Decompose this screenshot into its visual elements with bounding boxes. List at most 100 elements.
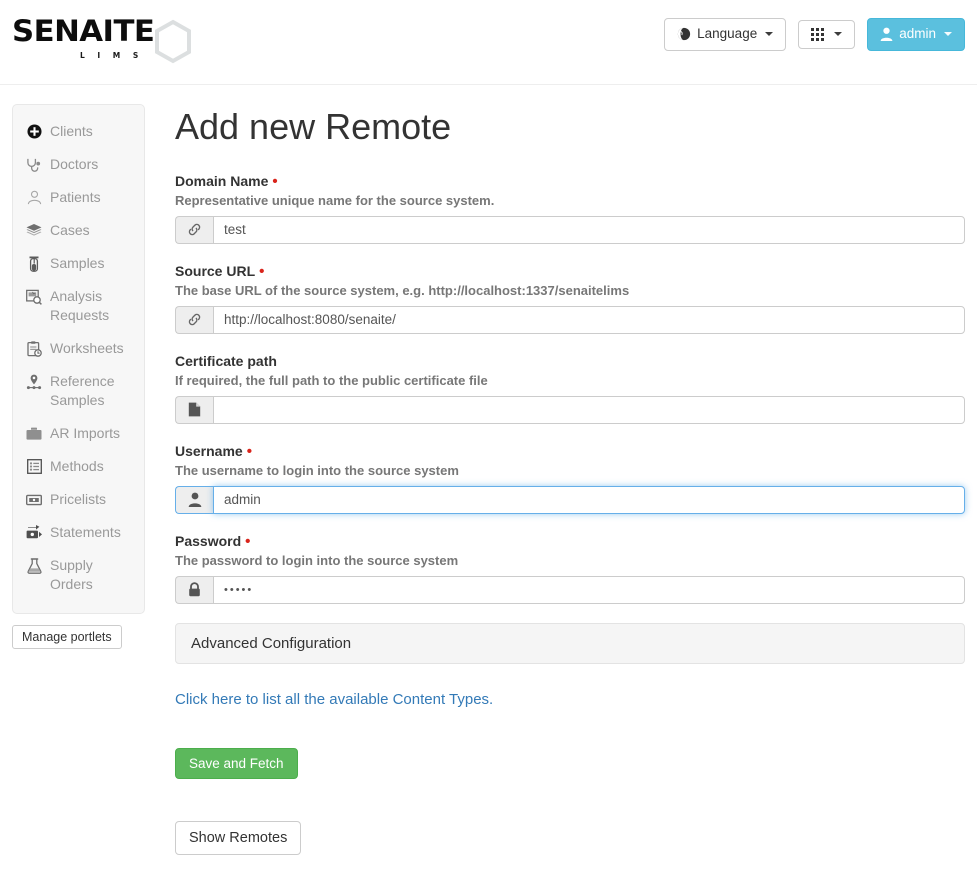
content-types-link[interactable]: Click here to list all the available Con…: [175, 691, 493, 708]
sidebar-item-patients[interactable]: Patients: [13, 181, 144, 214]
brand-logo[interactable]: SENAITE L I M S: [12, 17, 193, 64]
lock-icon: [175, 576, 213, 604]
grid-apps-icon: [811, 27, 826, 42]
field-username: Username• The username to login into the…: [175, 443, 953, 478]
field-help-text: Representative unique name for the sourc…: [175, 193, 953, 208]
password-input-group: [175, 576, 965, 604]
field-certificate-path: Certificate path If required, the full p…: [175, 353, 953, 388]
field-label: Certificate path: [175, 353, 953, 369]
field-help-text: If required, the full path to the public…: [175, 373, 953, 388]
link-chain-icon: [175, 306, 213, 334]
save-and-fetch-button[interactable]: Save and Fetch: [175, 748, 298, 779]
sidebar-item-label: Reference Samples: [50, 372, 134, 410]
briefcase-icon: [25, 424, 43, 443]
field-label-text: Username: [175, 443, 243, 459]
user-menu-label: admin: [899, 25, 936, 44]
user-icon: [880, 27, 893, 41]
field-label-text: Certificate path: [175, 353, 277, 369]
username-input[interactable]: [213, 486, 965, 514]
sidebar-item-supply-orders[interactable]: Supply Orders: [13, 549, 144, 601]
sidebar-item-label: Cases: [50, 221, 90, 240]
plus-circle-icon: [25, 122, 43, 141]
sidebar-item-cases[interactable]: Cases: [13, 214, 144, 247]
field-help-text: The password to login into the source sy…: [175, 553, 953, 568]
required-marker: •: [272, 173, 277, 190]
sidebar-item-label: Pricelists: [50, 490, 106, 509]
show-remotes-button[interactable]: Show Remotes: [175, 821, 301, 855]
manage-portlets-button[interactable]: Manage portlets: [12, 625, 122, 649]
sidebar-item-label: AR Imports: [50, 424, 120, 443]
file-document-icon: [175, 396, 213, 424]
sidebar-item-reference-samples[interactable]: Reference Samples: [13, 365, 144, 417]
sidebar-item-label: Worksheets: [50, 339, 124, 358]
advanced-configuration-panel[interactable]: Advanced Configuration: [175, 623, 965, 664]
source-url-input-group: [175, 306, 965, 334]
sidebar-item-worksheets[interactable]: Worksheets: [13, 332, 144, 365]
required-marker: •: [245, 533, 250, 550]
field-label: Domain Name•: [175, 173, 953, 189]
chevron-down-icon: [944, 32, 952, 36]
field-domain-name: Domain Name• Representative unique name …: [175, 173, 953, 208]
apps-menu-button[interactable]: [798, 20, 855, 49]
sidebar-item-statements[interactable]: Statements: [13, 516, 144, 549]
navigation-portlet: Clients Doctors Patients: [12, 104, 145, 614]
sidebar-item-label: Methods: [50, 457, 104, 476]
sidebar-item-label: Patients: [50, 188, 101, 207]
field-help-text: The username to login into the source sy…: [175, 463, 953, 478]
field-password: Password• The password to login into the…: [175, 533, 953, 568]
domain-name-input[interactable]: [213, 216, 965, 244]
page-title: Add new Remote: [175, 107, 953, 147]
sidebar-item-label: Samples: [50, 254, 104, 273]
analysis-request-icon: [25, 287, 43, 306]
field-label: Username•: [175, 443, 953, 459]
map-pin-icon: [25, 372, 43, 391]
field-label: Password•: [175, 533, 953, 549]
flask-icon: [25, 556, 43, 575]
field-label: Source URL•: [175, 263, 953, 279]
user-icon: [175, 486, 213, 514]
sidebar-item-samples[interactable]: Samples: [13, 247, 144, 280]
sidebar-item-label: Statements: [50, 523, 121, 542]
chevron-down-icon: [765, 32, 773, 36]
source-url-input[interactable]: [213, 306, 965, 334]
globe-icon: [677, 27, 691, 41]
sidebar-item-analysis-requests[interactable]: Analysis Requests: [13, 280, 144, 332]
clipboard-clock-icon: [25, 339, 43, 358]
person-icon: [25, 188, 43, 207]
domain-name-input-group: [175, 216, 965, 244]
sidebar-item-pricelists[interactable]: Pricelists: [13, 483, 144, 516]
brand-subtitle: L I M S: [12, 52, 146, 60]
main-content: Add new Remote Domain Name• Representati…: [160, 85, 965, 855]
stethoscope-icon: [25, 155, 43, 174]
certificate-path-input[interactable]: [213, 396, 965, 424]
field-label-text: Password: [175, 533, 241, 549]
money-transfer-icon: [25, 523, 43, 542]
sidebar-item-doctors[interactable]: Doctors: [13, 148, 144, 181]
field-source-url: Source URL• The base URL of the source s…: [175, 263, 953, 298]
field-help-text: The base URL of the source system, e.g. …: [175, 283, 953, 298]
hexagon-icon: [153, 19, 193, 64]
field-label-text: Source URL: [175, 263, 255, 279]
list-box-icon: [25, 457, 43, 476]
header-actions: Language ad: [664, 18, 965, 51]
brand-name: SENAITE: [12, 17, 154, 46]
required-marker: •: [247, 443, 252, 460]
test-tube-icon: [25, 254, 43, 273]
sidebar-item-label: Doctors: [50, 155, 98, 174]
required-marker: •: [259, 263, 264, 280]
sidebar-item-ar-imports[interactable]: AR Imports: [13, 417, 144, 450]
language-button-label: Language: [697, 25, 757, 44]
brand-logo-text: SENAITE L I M S: [12, 17, 146, 60]
field-label-text: Domain Name: [175, 173, 268, 189]
layers-icon: [25, 221, 43, 240]
sidebar-item-label: Clients: [50, 122, 93, 141]
password-input[interactable]: [213, 576, 965, 604]
chevron-down-icon: [834, 32, 842, 36]
page-header: SENAITE L I M S Language: [0, 0, 977, 85]
page-body: Clients Doctors Patients: [0, 85, 977, 855]
user-menu-button[interactable]: admin: [867, 18, 965, 51]
sidebar-item-methods[interactable]: Methods: [13, 450, 144, 483]
sidebar-item-clients[interactable]: Clients: [13, 115, 144, 148]
language-button[interactable]: Language: [664, 18, 786, 51]
banknote-icon: [25, 490, 43, 509]
